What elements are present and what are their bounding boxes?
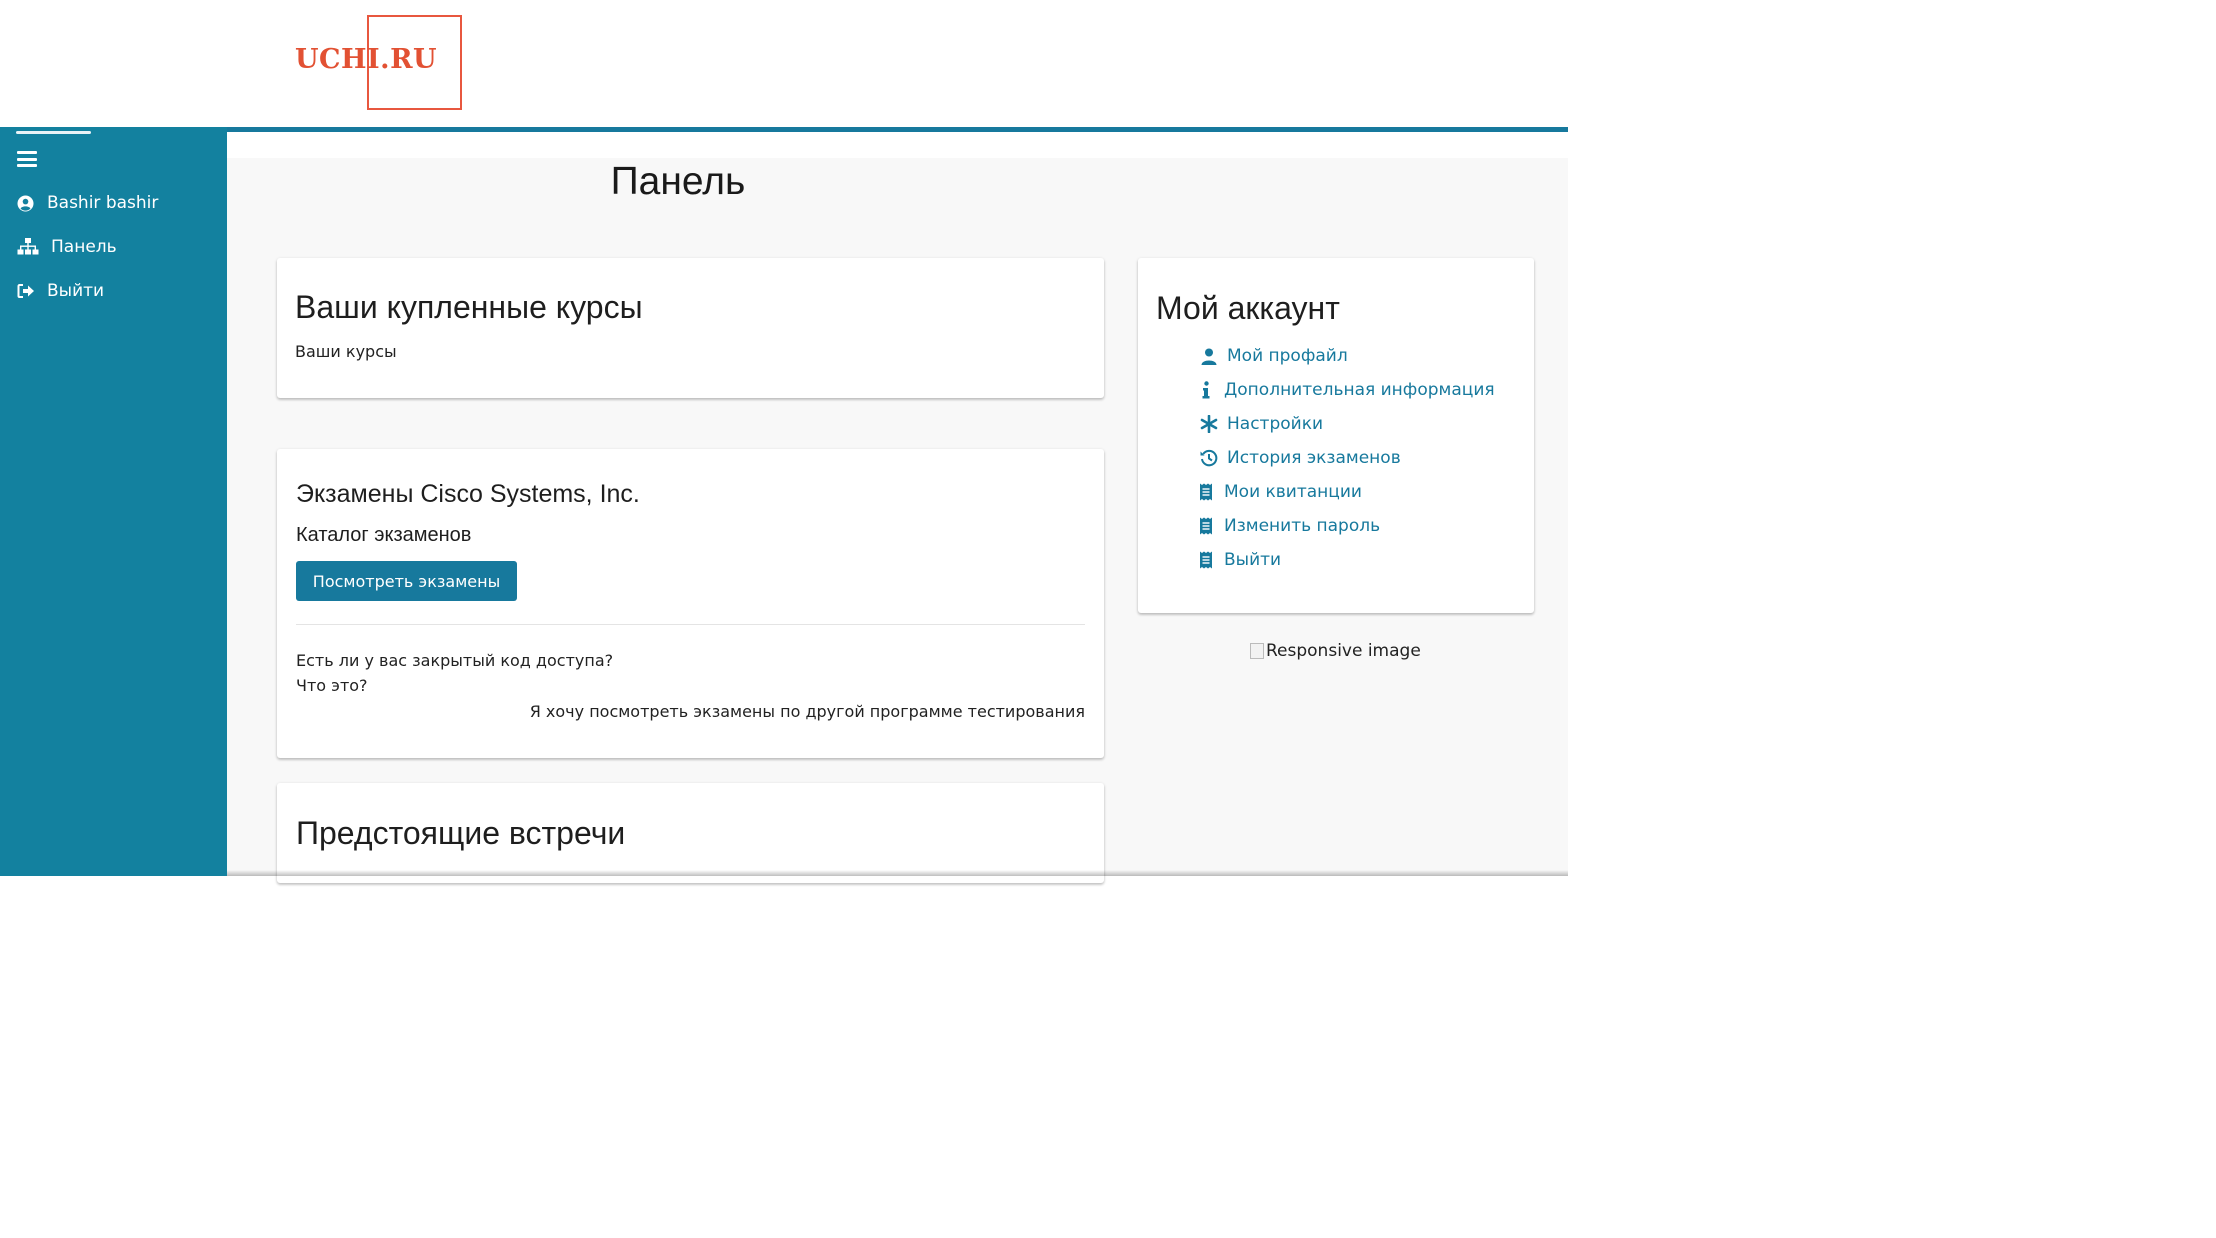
divider xyxy=(296,624,1085,625)
exams-title: Экзамены Cisco Systems, Inc. xyxy=(296,480,640,508)
view-exams-button[interactable]: Посмотреть экзамены xyxy=(296,561,517,601)
bought-courses-text: Ваши курсы xyxy=(295,342,397,361)
sign-out-icon xyxy=(17,282,39,300)
page-title: Панель xyxy=(610,160,746,203)
user-icon xyxy=(1199,348,1219,365)
account-item-logout[interactable]: Выйти xyxy=(1196,550,1281,570)
account-item-label: Мой профайл xyxy=(1227,346,1348,366)
receipt-icon xyxy=(1196,551,1216,569)
responsive-image-placeholder: Responsive image xyxy=(1250,641,1421,661)
header: UCHI.RU xyxy=(0,0,1568,127)
sidebar-item-label: Выйти xyxy=(47,281,105,301)
account-item-label: Настройки xyxy=(1227,414,1324,434)
asterisk-icon xyxy=(1199,415,1219,433)
sidebar-item-panel[interactable]: Панель xyxy=(17,237,117,257)
what-is-this-link[interactable]: Что это? xyxy=(296,676,368,695)
account-item-label: Мои квитанции xyxy=(1224,482,1362,502)
exams-catalog-heading: Каталог экзаменов xyxy=(296,524,472,546)
receipt-icon xyxy=(1196,517,1216,535)
logo[interactable]: UCHI.RU xyxy=(295,44,437,75)
receipt-icon xyxy=(1196,483,1216,501)
account-item-exam-history[interactable]: История экзаменов xyxy=(1199,448,1401,468)
account-item-extra-info[interactable]: Дополнительная информация xyxy=(1196,380,1495,400)
sidebar-item-label: Панель xyxy=(51,237,117,257)
sidebar-top-indicator xyxy=(16,131,91,134)
account-item-label: Выйти xyxy=(1224,550,1282,570)
broken-image-icon xyxy=(1250,643,1264,659)
account-item-label: История экзаменов xyxy=(1227,448,1401,468)
account-item-label: Изменить пароль xyxy=(1224,516,1381,536)
account-title: Мой аккаунт xyxy=(1156,290,1340,326)
responsive-image-alt: Responsive image xyxy=(1266,641,1421,661)
account-item-settings[interactable]: Настройки xyxy=(1199,414,1323,434)
meetings-title: Предстоящие встречи xyxy=(296,815,626,851)
sitemap-icon xyxy=(17,238,43,256)
bought-courses-title: Ваши купленные курсы xyxy=(295,289,643,325)
bought-courses-card xyxy=(277,258,1104,398)
other-program-link[interactable]: Я хочу посмотреть экзамены по другой про… xyxy=(296,702,1085,721)
account-item-profile[interactable]: Мой профайл xyxy=(1199,346,1348,366)
account-item-change-password[interactable]: Изменить пароль xyxy=(1196,516,1380,536)
sidebar-item-logout[interactable]: Выйти xyxy=(17,281,104,301)
access-code-question[interactable]: Есть ли у вас закрытый код доступа? xyxy=(296,651,613,670)
info-icon xyxy=(1196,381,1216,399)
account-item-receipts[interactable]: Мои квитанции xyxy=(1196,482,1362,502)
account-item-label: Дополнительная информация xyxy=(1224,380,1495,400)
history-icon xyxy=(1199,449,1219,467)
sidebar: Bashir bashir Панель Выйти xyxy=(0,127,227,876)
